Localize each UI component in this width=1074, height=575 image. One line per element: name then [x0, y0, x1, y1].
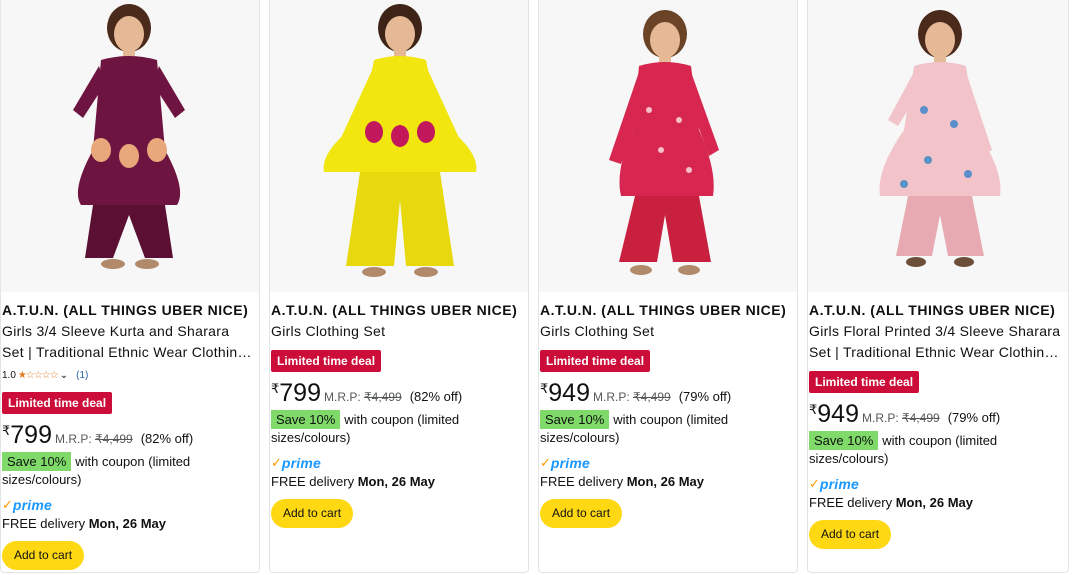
product-card[interactable]: A.T.U.N. (ALL THINGS UBER NICE) Girls Cl… — [269, 0, 529, 573]
delivery-info: FREE delivery Mon, 26 May — [809, 495, 973, 510]
product-brand[interactable]: A.T.U.N. (ALL THINGS UBER NICE) — [2, 300, 259, 320]
price-row[interactable]: ₹ 799 M.R.P: ₹4,499 (82% off) — [2, 421, 259, 449]
product-price: 799 — [279, 379, 321, 407]
product-price: 799 — [10, 421, 52, 449]
mrp-value: ₹4,499 — [95, 432, 133, 446]
product-price: 949 — [548, 379, 590, 407]
product-card[interactable]: A.T.U.N. (ALL THINGS UBER NICE) Girls Cl… — [538, 0, 798, 573]
add-to-cart-button[interactable]: Add to cart — [540, 499, 623, 528]
product-title[interactable]: Girls Floral Printed 3/4 Sleeve Sharara … — [809, 321, 1061, 363]
prime-check-icon: ✓ — [2, 497, 13, 512]
discount-percent: (79% off) — [947, 410, 1001, 425]
prime-badge: ✓ prime — [271, 455, 322, 471]
chevron-down-icon[interactable]: ⌄ — [60, 368, 68, 384]
coupon-info: Save 10% with coupon (limited sizes/colou… — [540, 410, 755, 447]
delivery-info: FREE delivery Mon, 26 May — [540, 474, 704, 489]
product-brand[interactable]: A.T.U.N. (ALL THINGS UBER NICE) — [540, 300, 797, 320]
limited-deal-badge: Limited time deal — [809, 371, 920, 393]
mrp-label: M.R.P: ₹4,499 — [862, 411, 940, 425]
product-image[interactable] — [539, 0, 797, 292]
prime-badge: ✓ prime — [809, 476, 860, 492]
prime-badge: ✓ prime — [2, 497, 53, 513]
coupon-badge: Save 10% — [2, 452, 72, 471]
delivery-date: Mon, 26 May — [626, 474, 704, 489]
product-image[interactable] — [1, 0, 259, 292]
discount-percent: (79% off) — [678, 389, 732, 404]
mrp-label: M.R.P: ₹4,499 — [593, 390, 671, 404]
product-brand[interactable]: A.T.U.N. (ALL THINGS UBER NICE) — [809, 300, 1068, 320]
delivery-info: FREE delivery Mon, 26 May — [271, 474, 435, 489]
prime-check-icon: ✓ — [809, 476, 820, 491]
coupon-badge: Save 10% — [540, 410, 610, 429]
product-card[interactable]: A.T.U.N. (ALL THINGS UBER NICE) Girls 3/… — [0, 0, 260, 573]
currency-symbol: ₹ — [2, 423, 11, 438]
coupon-info: Save 10% with coupon (limited sizes/colou… — [2, 452, 217, 489]
prime-check-icon: ✓ — [271, 455, 282, 470]
mrp-value: ₹4,499 — [364, 390, 402, 404]
product-image[interactable] — [808, 0, 1068, 292]
product-image[interactable] — [270, 0, 528, 292]
mrp-label: M.R.P: ₹4,499 — [55, 432, 133, 446]
price-row[interactable]: ₹ 949 M.R.P: ₹4,499 (79% off) — [540, 379, 797, 407]
product-grid: A.T.U.N. (ALL THINGS UBER NICE) Girls 3/… — [0, 0, 1074, 575]
product-title[interactable]: Girls Clothing Set — [271, 321, 528, 342]
limited-deal-badge: Limited time deal — [271, 350, 382, 372]
product-price: 949 — [817, 400, 859, 428]
currency-symbol: ₹ — [809, 402, 818, 417]
product-title[interactable]: Girls Clothing Set — [540, 321, 797, 342]
discount-percent: (82% off) — [409, 389, 463, 404]
limited-deal-badge: Limited time deal — [540, 350, 651, 372]
delivery-info: FREE delivery Mon, 26 May — [2, 516, 166, 531]
currency-symbol: ₹ — [271, 381, 280, 396]
delivery-date: Mon, 26 May — [357, 474, 435, 489]
delivery-date: Mon, 26 May — [88, 516, 166, 531]
coupon-info: Save 10% with coupon (limited sizes/colou… — [809, 431, 1024, 468]
limited-deal-badge: Limited time deal — [2, 392, 113, 414]
product-title[interactable]: Girls 3/4 Sleeve Kurta and Sharara Set |… — [2, 321, 254, 363]
rating-count[interactable]: (1) — [76, 368, 88, 384]
star-icon: ★☆☆☆☆ — [17, 370, 59, 381]
add-to-cart-button[interactable]: Add to cart — [809, 520, 892, 549]
currency-symbol: ₹ — [540, 381, 549, 396]
coupon-badge: Save 10% — [271, 410, 341, 429]
prime-check-icon: ✓ — [540, 455, 551, 470]
price-row[interactable]: ₹ 799 M.R.P: ₹4,499 (82% off) — [271, 379, 528, 407]
price-row[interactable]: ₹ 949 M.R.P: ₹4,499 (79% off) — [809, 400, 1068, 428]
product-rating[interactable]: 1.0 ★☆☆☆☆ ⌄ (1) — [2, 368, 259, 384]
coupon-info: Save 10% with coupon (limited sizes/colou… — [271, 410, 486, 447]
product-brand[interactable]: A.T.U.N. (ALL THINGS UBER NICE) — [271, 300, 528, 320]
mrp-value: ₹4,499 — [902, 411, 940, 425]
rating-value: 1.0 — [2, 370, 16, 381]
discount-percent: (82% off) — [140, 431, 194, 446]
prime-badge: ✓ prime — [540, 455, 591, 471]
delivery-date: Mon, 26 May — [895, 495, 973, 510]
add-to-cart-button[interactable]: Add to cart — [271, 499, 354, 528]
mrp-value: ₹4,499 — [633, 390, 671, 404]
mrp-label: M.R.P: ₹4,499 — [324, 390, 402, 404]
add-to-cart-button[interactable]: Add to cart — [2, 541, 85, 570]
coupon-badge: Save 10% — [809, 431, 879, 450]
product-card[interactable]: A.T.U.N. (ALL THINGS UBER NICE) Girls Fl… — [807, 0, 1069, 573]
